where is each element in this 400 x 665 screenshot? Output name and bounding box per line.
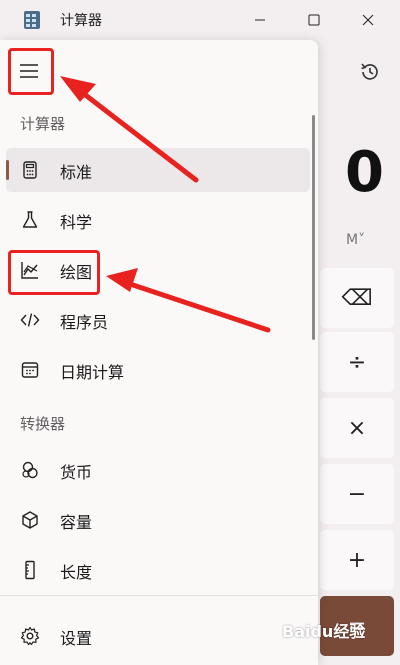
calculator-app-icon: [24, 11, 40, 29]
currency-icon: [22, 461, 38, 479]
add-key[interactable]: +: [320, 530, 394, 590]
nav-item-scientific[interactable]: 科学: [6, 198, 310, 242]
multiply-key[interactable]: ×: [320, 398, 394, 458]
nav-item-date-calculation[interactable]: 日期计算: [6, 348, 310, 392]
nav-item-volume[interactable]: 容量: [6, 498, 310, 542]
subtract-key[interactable]: −: [320, 464, 394, 524]
minimize-icon: [255, 19, 265, 21]
nav-item-label: 容量: [60, 513, 93, 532]
code-icon: [20, 313, 40, 327]
nav-item-label: 货币: [60, 463, 93, 482]
result-display: 0: [345, 140, 384, 205]
nav-item-length[interactable]: 长度: [6, 548, 310, 592]
title-bar: 计算器: [0, 0, 400, 40]
close-button[interactable]: [348, 6, 388, 34]
flask-icon: [22, 211, 38, 228]
history-icon: [361, 63, 378, 80]
nav-divider: [0, 595, 318, 596]
close-icon: [362, 14, 374, 26]
maximize-button[interactable]: [294, 6, 334, 34]
divide-key[interactable]: ÷: [320, 332, 394, 392]
maximize-icon: [308, 14, 320, 26]
nav-item-standard[interactable]: 标准: [6, 148, 310, 192]
nav-item-programmer[interactable]: 程序员: [6, 298, 310, 342]
cube-icon: [22, 511, 38, 529]
history-button[interactable]: [352, 54, 388, 90]
memory-button[interactable]: M˅: [346, 232, 365, 248]
nav-scrollbar[interactable]: [312, 115, 315, 340]
annotation-box-menu: [8, 48, 54, 95]
annotation-box-graphing: [8, 250, 100, 295]
backspace-key[interactable]: ⌫: [320, 268, 394, 328]
nav-item-label: 长度: [60, 563, 93, 582]
section-converter-heading: 转换器: [20, 415, 66, 433]
minimize-button[interactable]: [240, 6, 280, 34]
nav-item-label: 日期计算: [60, 363, 125, 382]
calendar-icon: [21, 362, 39, 378]
window-title: 计算器: [60, 13, 102, 29]
calculator-icon: [23, 161, 37, 179]
navigation-pane: 计算器 标准 科学 绘图 程序员 日期计算 转换器 货币 容量 长度 设置: [0, 40, 318, 665]
nav-item-currency[interactable]: 货币: [6, 448, 310, 492]
nav-item-settings[interactable]: 设置: [6, 614, 310, 658]
nav-item-label: 科学: [60, 213, 93, 232]
section-calculator-heading: 计算器: [20, 115, 66, 133]
gear-icon: [20, 626, 40, 646]
selection-indicator: [6, 160, 9, 180]
nav-item-label: 设置: [60, 629, 93, 648]
nav-item-label: 程序员: [60, 313, 109, 332]
nav-item-label: 标准: [60, 163, 93, 182]
ruler-icon: [25, 560, 35, 580]
watermark: Baidu经验: [282, 622, 366, 641]
